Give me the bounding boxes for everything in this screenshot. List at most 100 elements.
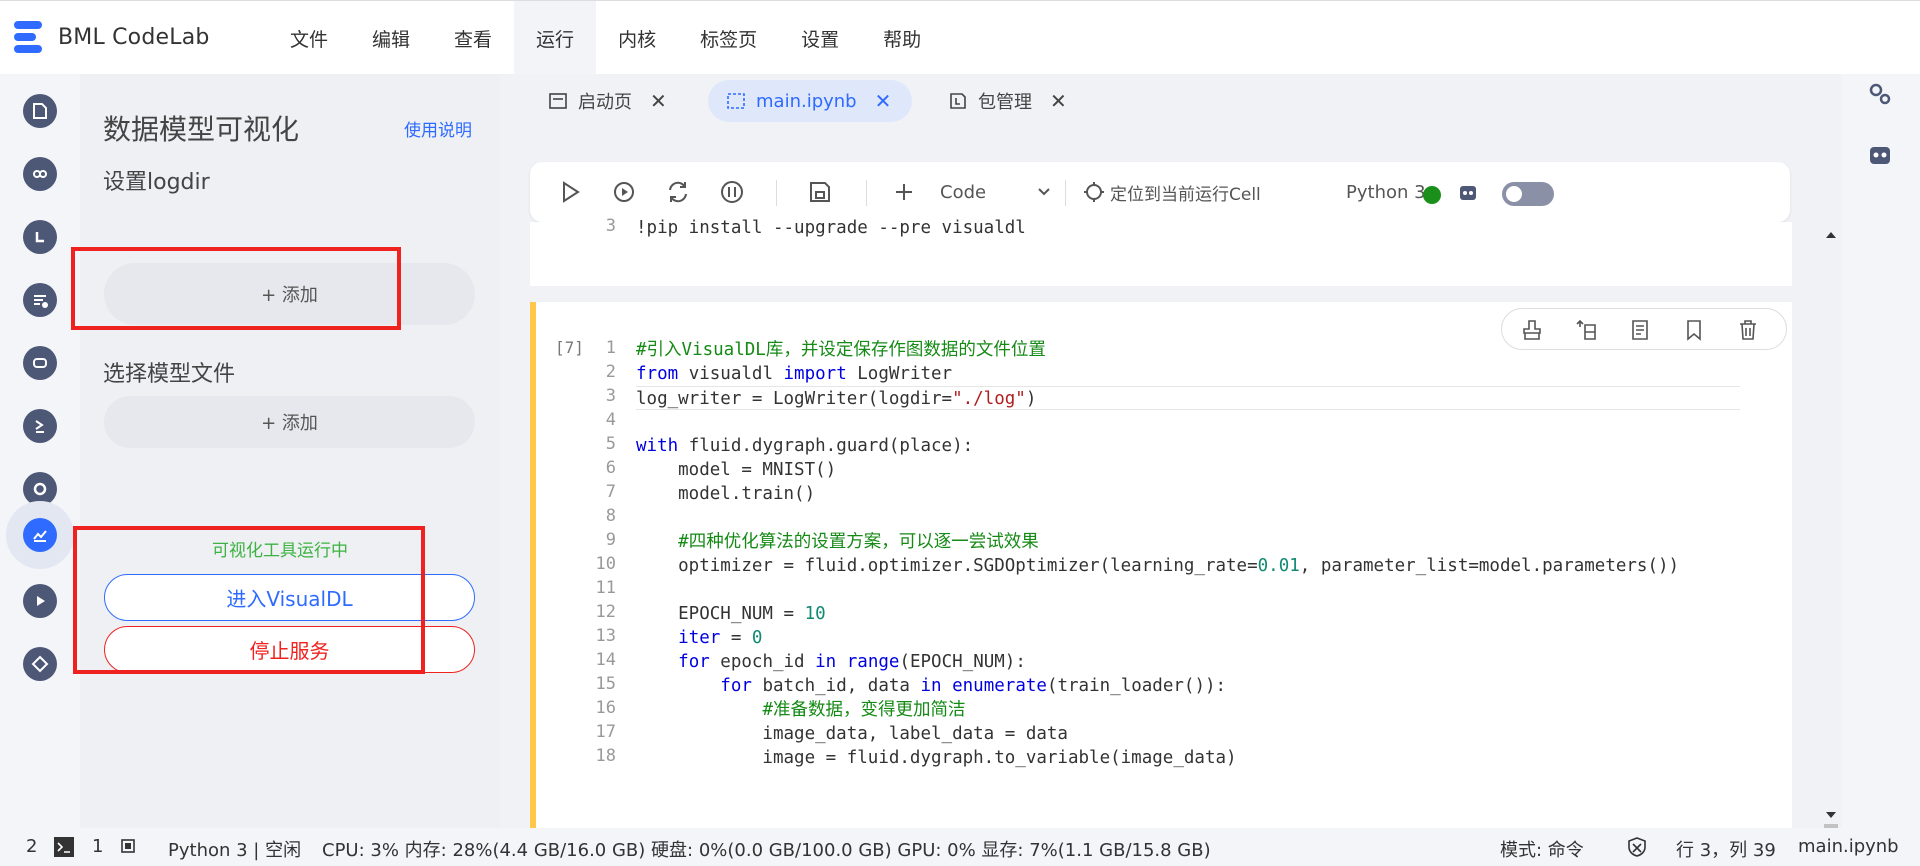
close-icon[interactable]: ✕ [1050, 89, 1067, 113]
line-number: 13 [595, 626, 616, 646]
notebook-cell[interactable]: 3 !pip install --upgrade --pre visualdl [530, 216, 1792, 286]
close-icon[interactable]: ✕ [650, 89, 667, 113]
tab-main-ipynb[interactable]: main.ipynb ✕ [708, 80, 912, 122]
kernel-count[interactable]: 1 [92, 836, 103, 857]
menu-run[interactable]: 运行 [514, 1, 597, 75]
tab-package-manager[interactable]: 包管理 ✕ [930, 80, 1085, 122]
clear-output-icon[interactable] [1520, 319, 1544, 341]
top-bar: BML CodeLab 文件 编辑 查看 运行 内核 标签页 设置 帮助 [0, 0, 1920, 75]
kernel-name[interactable]: Python 3 [1346, 177, 1426, 207]
line-number: 2 [605, 362, 616, 382]
line-number: 4 [605, 410, 616, 430]
panel-title: 数据模型可视化 [103, 113, 300, 146]
restart-run-icon[interactable] [610, 177, 638, 207]
add-cell-icon[interactable] [890, 177, 918, 207]
model-file-heading: 选择模型文件 [103, 362, 236, 387]
code-line: !pip install --upgrade --pre visualdl [636, 218, 1026, 238]
locate-label: 定位到当前运行Cell [1110, 184, 1261, 205]
terminal-count[interactable]: 2 [26, 836, 37, 857]
logdir-heading: 设置logdir [103, 170, 210, 195]
toolbar-divider [776, 180, 777, 206]
visualdl-panel: 数据模型可视化 使用说明 设置logdir log + 添加 选择模型文件 + … [71, 74, 500, 828]
close-icon[interactable]: ✕ [875, 89, 892, 113]
line-number: 16 [595, 698, 616, 718]
line-number: 15 [595, 674, 616, 694]
code-snippet-icon[interactable] [23, 283, 57, 317]
chip-icon[interactable] [118, 836, 138, 856]
line-number: 11 [595, 578, 616, 598]
file-browser-icon[interactable] [23, 94, 57, 128]
notebook-cell-active[interactable]: [7] 1 2 3 4 5 6 7 8 9 10 11 12 13 14 15 … [530, 302, 1792, 828]
extension-icon[interactable] [23, 346, 57, 380]
markdown-icon[interactable] [1628, 319, 1652, 341]
code-line-current: log_writer = LogWriter(logdir="./log") [636, 386, 1740, 410]
menu-tabs[interactable]: 标签页 [678, 1, 779, 75]
highlight-box [71, 247, 401, 330]
delete-cell-icon[interactable] [1736, 319, 1760, 341]
editor-mode: 模式: 命令 [1500, 840, 1584, 861]
menu-settings[interactable]: 设置 [779, 1, 861, 75]
code-line: model = MNIST() [636, 460, 837, 480]
kernel-status-dot [1423, 186, 1441, 204]
menu-help[interactable]: 帮助 [861, 1, 943, 75]
interrupt-icon[interactable] [718, 177, 746, 207]
visualdl-chart-icon[interactable] [23, 518, 57, 552]
tab-launcher[interactable]: 启动页 ✕ [530, 80, 685, 122]
code-line: from visualdl import LogWriter [636, 364, 953, 384]
property-inspector-icon[interactable] [1866, 80, 1894, 108]
menu-edit[interactable]: 编辑 [350, 1, 432, 75]
tab-label: main.ipynb [756, 90, 857, 112]
add-model-button[interactable]: + 添加 [104, 396, 475, 448]
scroll-down-icon[interactable] [1825, 810, 1837, 820]
line-number: 7 [605, 482, 616, 502]
current-file: main.ipynb [1798, 836, 1899, 857]
code-line: optimizer = fluid.optimizer.SGDOptimizer… [636, 556, 1680, 576]
robot-icon[interactable] [1456, 177, 1480, 207]
terminal-icon[interactable] [54, 837, 74, 857]
menu-view[interactable]: 查看 [432, 1, 514, 75]
terminal-icon[interactable] [23, 409, 57, 443]
line-number: 6 [605, 458, 616, 478]
assistant-robot-icon[interactable] [1866, 140, 1894, 168]
history-icon[interactable] [23, 220, 57, 254]
activity-bar [0, 74, 80, 828]
launcher-icon [549, 93, 567, 109]
dataset-icon[interactable] [23, 157, 57, 191]
status-bar: 2 1 Python 3 | 空闲 CPU: 3% 内存: 28%(4.4 GB… [0, 828, 1920, 866]
scroll-up-icon[interactable] [1825, 230, 1837, 240]
restart-icon[interactable] [664, 177, 692, 207]
menu-kernel[interactable]: 内核 [596, 1, 678, 75]
crosshair-icon [1084, 182, 1104, 202]
toolbar-divider [1065, 180, 1066, 206]
cursor-position: 行 3，列 39 [1676, 840, 1776, 861]
help-link[interactable]: 使用说明 [404, 116, 472, 141]
run-icon[interactable] [556, 177, 584, 207]
tab-label: 包管理 [978, 92, 1032, 113]
right-sidebar [1842, 74, 1920, 828]
kernel-status[interactable]: Python 3 | 空闲 [168, 836, 301, 862]
locate-running-cell-button[interactable]: 定位到当前运行Cell [1082, 177, 1261, 207]
shield-icon[interactable] [1626, 836, 1648, 858]
bookmark-icon[interactable] [1682, 319, 1706, 341]
code-line: for epoch_id in range(EPOCH_NUM): [678, 652, 1026, 672]
code-line: for batch_id, data in enumerate(train_lo… [720, 676, 1227, 696]
save-icon[interactable] [806, 177, 834, 207]
deploy-diamond-icon[interactable] [23, 647, 57, 681]
menu-file[interactable]: 文件 [268, 1, 350, 75]
line-number: 14 [595, 650, 616, 670]
app-name: BML CodeLab [58, 24, 210, 50]
move-up-icon[interactable] [1574, 319, 1598, 341]
editor-scrollbar[interactable] [1820, 224, 1842, 850]
code-line: image_data, label_data = data [636, 724, 1068, 744]
editor-area: 启动页 ✕ main.ipynb ✕ 包管理 ✕ Code 定位到当前运行Cel… [500, 74, 1842, 850]
run-play-icon[interactable] [23, 584, 57, 618]
line-number: 12 [595, 602, 616, 622]
tab-bar: 启动页 ✕ main.ipynb ✕ 包管理 ✕ [500, 74, 1842, 128]
cell-toolbar [1501, 308, 1787, 350]
highlight-box [73, 526, 425, 674]
code-line: #四种优化算法的设置方案，可以逐一尝试效果 [678, 532, 1039, 552]
cell-type-select[interactable]: Code [940, 177, 1054, 207]
code-line: with fluid.dygraph.guard(place): [636, 436, 974, 456]
line-number: 18 [595, 746, 616, 766]
assistant-toggle[interactable] [1502, 182, 1554, 206]
